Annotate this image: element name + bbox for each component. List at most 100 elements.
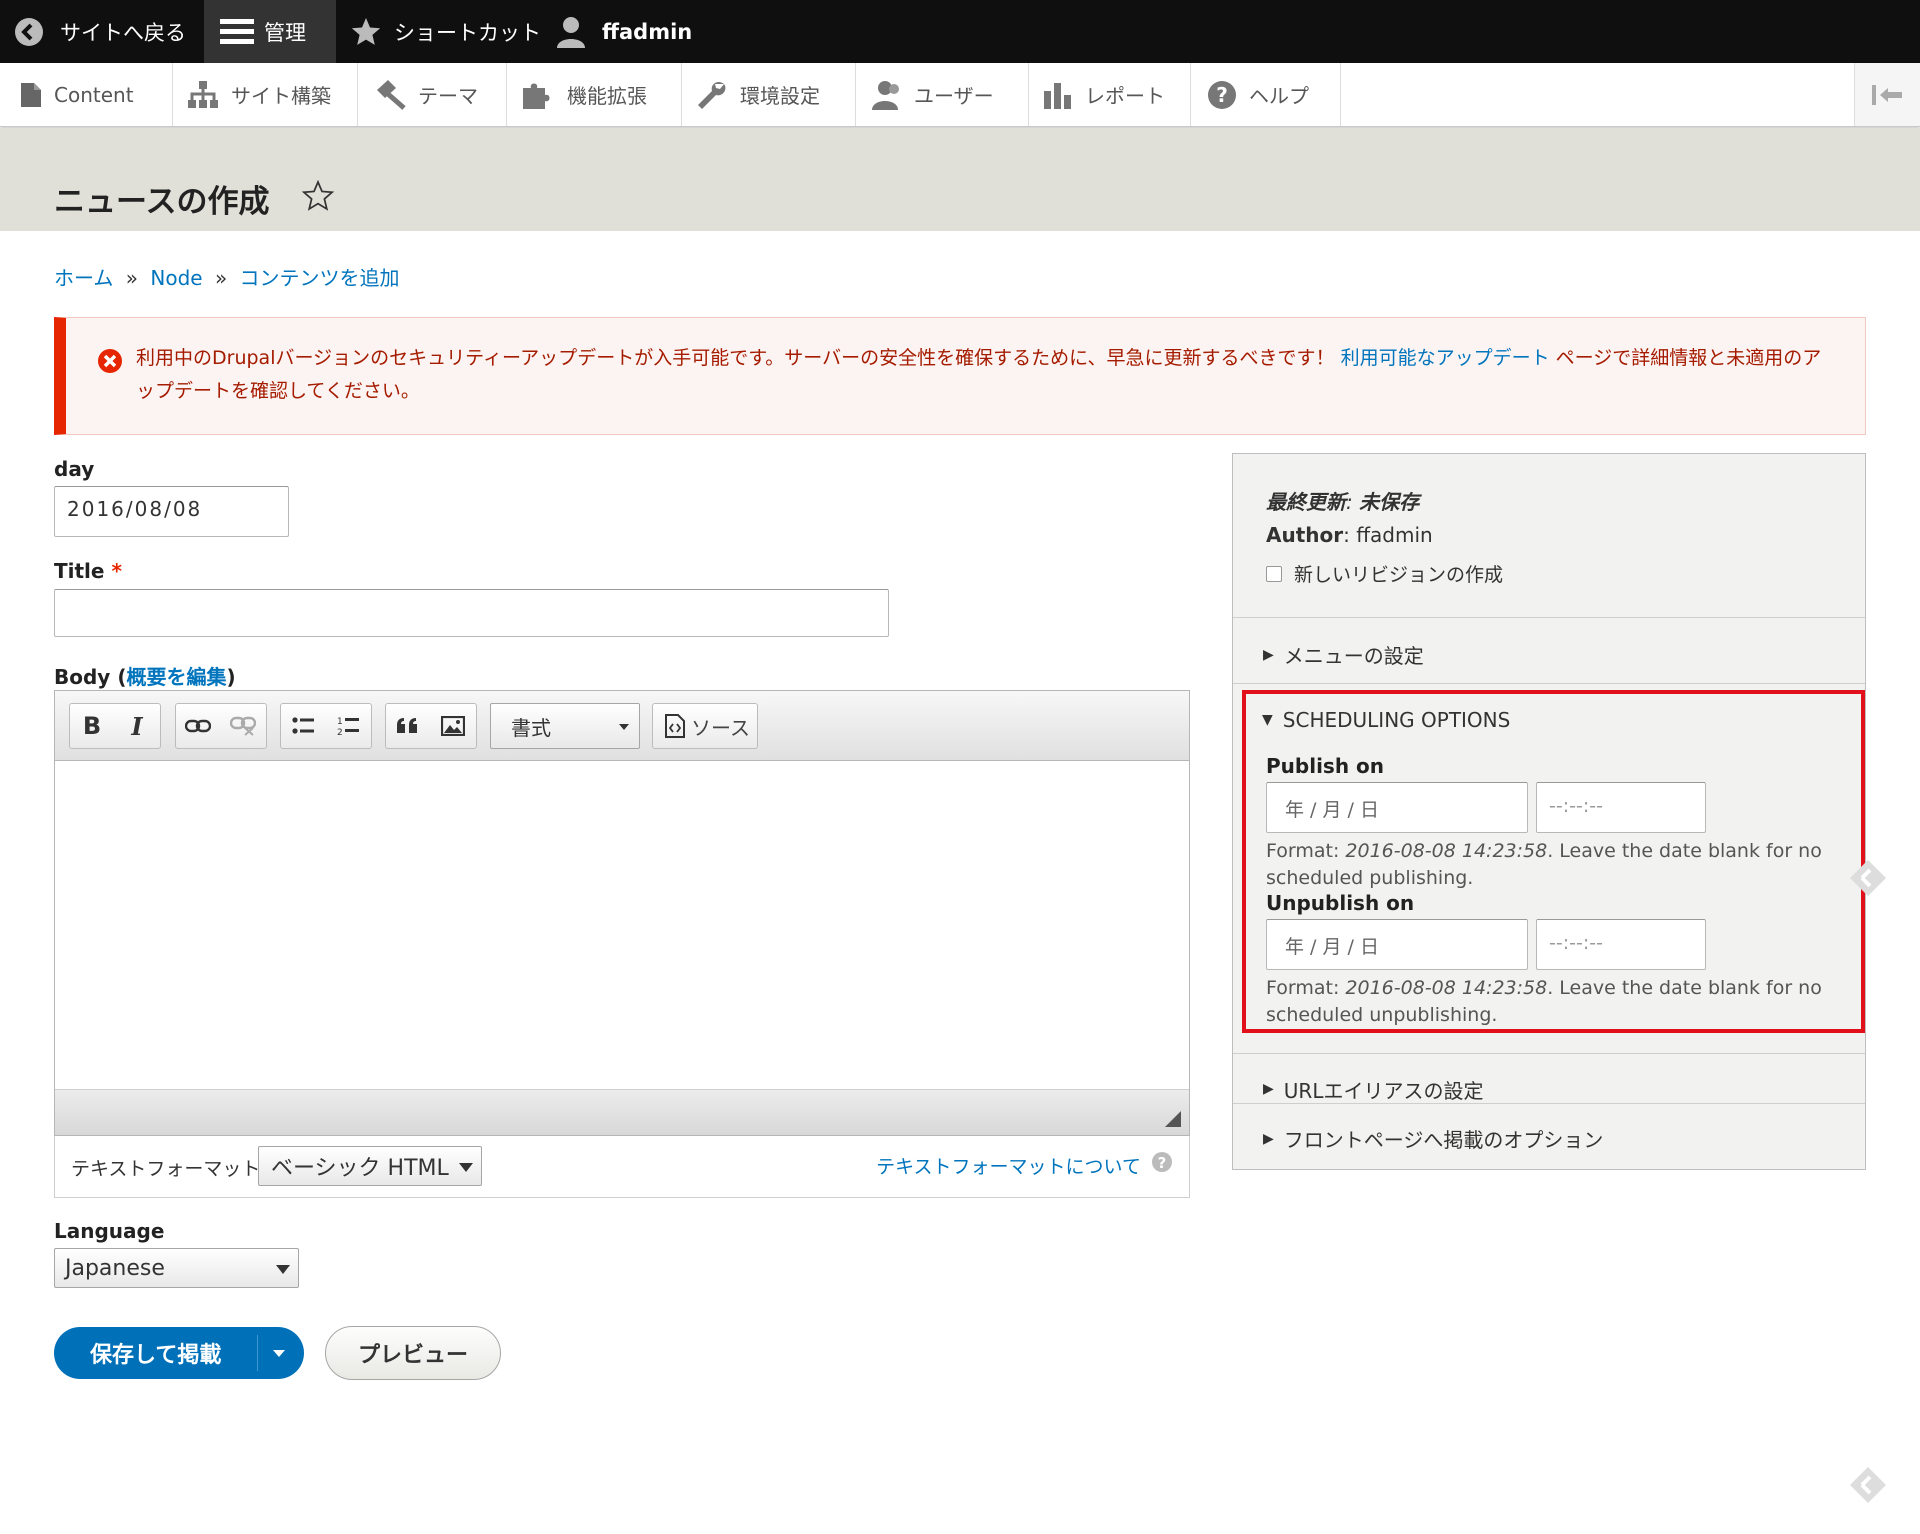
divider — [1233, 617, 1865, 618]
menu-settings-label: メニューの設定 — [1283, 644, 1424, 668]
title-label: Title * — [54, 559, 122, 583]
user-tab[interactable]: ffadmin — [556, 0, 692, 63]
edit-summary-link[interactable]: 概要を編集 — [126, 665, 226, 689]
text-format-help-link[interactable]: テキストフォーマットについて — [876, 1152, 1141, 1179]
editor-content-area[interactable] — [55, 761, 1189, 1091]
editor-toolbar: B I 12 書式 ソース — [55, 691, 1189, 761]
shortcuts-tab[interactable]: ショートカット — [350, 0, 541, 63]
triangle-right-icon: ▶ — [1263, 1081, 1274, 1097]
numbered-list-button[interactable]: 12 — [326, 704, 370, 748]
tray-item-appearance[interactable]: テーマ — [358, 63, 507, 126]
shortcuts-label: ショートカット — [394, 20, 541, 45]
tray-item-config[interactable]: 環境設定 — [682, 63, 856, 126]
menu-settings-summary[interactable]: ▶ メニューの設定 — [1263, 640, 1424, 669]
resize-handle-icon[interactable] — [1165, 1111, 1181, 1127]
scheduling-options-summary[interactable]: ▼ SCHEDULING OPTIONS — [1262, 708, 1510, 732]
numbered-list-icon: 12 — [337, 717, 359, 737]
publish-time-input[interactable]: --:--:-- — [1536, 782, 1706, 833]
blockquote-button[interactable] — [386, 704, 430, 748]
tray-orientation-toggle[interactable] — [1854, 63, 1920, 126]
save-publish-button[interactable]: 保存して掲載 — [54, 1327, 304, 1379]
scheduling-options-title: SCHEDULING OPTIONS — [1282, 708, 1511, 732]
source-button[interactable]: ソース — [652, 703, 758, 749]
promotion-options-label: フロントページへ掲載のオプション — [1283, 1128, 1604, 1152]
publish-date-placeholder: 年 / 月 / 日 — [1285, 799, 1379, 821]
admin-tray: Content サイト構築 テーマ 機能拡張 環境設定 ユーザー レポート ? … — [0, 63, 1920, 127]
tray-item-content[interactable]: Content — [0, 63, 173, 126]
tray-item-reports[interactable]: レポート — [1029, 63, 1191, 126]
preview-button[interactable]: プレビュー — [325, 1326, 501, 1380]
breadcrumb-node-link[interactable]: Node — [150, 266, 202, 290]
available-updates-link[interactable]: 利用可能なアップデート — [1341, 347, 1550, 369]
text-format-select[interactable]: ベーシック HTML — [258, 1146, 482, 1186]
new-revision-label: 新しいリビジョンの作成 — [1294, 564, 1504, 586]
new-revision-checkbox[interactable] — [1266, 565, 1282, 582]
puzzle-icon — [523, 83, 550, 109]
title-input[interactable] — [54, 589, 889, 637]
triangle-down-icon: ▼ — [1262, 712, 1273, 728]
link-button[interactable] — [176, 704, 220, 748]
save-publish-label: 保存して掲載 — [90, 1343, 222, 1368]
svg-text:1: 1 — [337, 717, 343, 727]
tray-item-label: 機能拡張 — [567, 84, 647, 108]
dropdown-arrow-icon[interactable] — [273, 1350, 285, 1357]
bar-chart-icon — [1044, 82, 1071, 109]
format-dropdown[interactable]: 書式 — [490, 703, 640, 749]
language-select[interactable]: Japanese — [54, 1248, 299, 1288]
unpublish-on-label: Unpublish on — [1266, 891, 1415, 915]
wrench-icon — [698, 81, 726, 109]
unlink-icon — [230, 716, 256, 736]
format-label: Format: — [1266, 977, 1346, 999]
bold-button[interactable]: B — [70, 704, 114, 748]
publish-date-input[interactable]: 年 / 月 / 日 — [1266, 782, 1528, 833]
menu-icon — [220, 18, 254, 44]
user-icon — [557, 16, 585, 48]
breadcrumb-separator: » — [214, 266, 228, 290]
breadcrumb-separator: » — [125, 266, 139, 290]
back-to-site-label: サイトへ戻る — [60, 20, 186, 45]
toolbar-group-basic: B I — [69, 703, 161, 749]
diamond-arrow-icon — [1850, 1467, 1886, 1503]
paren-close: ) — [226, 665, 236, 689]
document-icon — [21, 82, 41, 107]
format-dropdown-value: 書式 — [511, 715, 551, 740]
bulleted-list-icon — [292, 717, 314, 734]
tray-item-people[interactable]: ユーザー — [856, 63, 1029, 126]
dock-left-icon — [1871, 84, 1902, 105]
manage-tab[interactable]: 管理 — [204, 0, 336, 63]
sitemap-icon — [188, 80, 218, 108]
source-label: ソース — [691, 715, 750, 740]
unpublish-time-input[interactable]: --:--:-- — [1536, 919, 1706, 970]
caret-down-icon — [619, 724, 629, 730]
day-date-input[interactable]: 2016/08/08 — [54, 486, 289, 537]
text-format-label: テキストフォーマット — [71, 1158, 261, 1180]
tray-item-label: ユーザー — [914, 84, 994, 108]
shortcut-star-icon[interactable] — [302, 180, 334, 212]
svg-text:2: 2 — [337, 728, 343, 737]
editor-resize-bar — [55, 1089, 1189, 1135]
italic-button[interactable]: I — [115, 704, 159, 748]
title-label-text: Title — [54, 559, 105, 583]
unpublish-date-input[interactable]: 年 / 月 / 日 — [1266, 919, 1528, 970]
url-alias-summary[interactable]: ▶ URLエイリアスの設定 — [1263, 1058, 1483, 1120]
tray-item-help[interactable]: ? ヘルプ — [1191, 63, 1341, 126]
back-to-site-link[interactable]: サイトへ戻る — [14, 0, 186, 63]
image-button[interactable] — [431, 704, 475, 748]
unlink-button[interactable] — [221, 704, 265, 748]
breadcrumb-home-link[interactable]: ホーム — [54, 266, 113, 290]
author-label: Author — [1266, 523, 1344, 547]
promotion-options-summary[interactable]: ▶ フロントページへ掲載のオプション — [1263, 1124, 1603, 1153]
button-divider — [257, 1335, 258, 1371]
breadcrumb-add-content-link[interactable]: コンテンツを追加 — [240, 266, 400, 290]
body-label-text: Body — [54, 665, 111, 689]
body-editor: B I 12 書式 ソース — [54, 690, 1190, 1136]
format-label: Format: — [1266, 840, 1346, 862]
tray-item-extend[interactable]: 機能拡張 — [507, 63, 682, 126]
toolbar-group-lists: 12 — [280, 703, 372, 749]
bulleted-list-button[interactable] — [281, 704, 325, 748]
caret-down-icon — [276, 1265, 290, 1274]
help-icon[interactable]: ? — [1151, 1151, 1173, 1173]
language-value: Japanese — [65, 1255, 165, 1281]
tray-item-structure[interactable]: サイト構築 — [173, 63, 358, 126]
star-icon — [351, 17, 381, 45]
